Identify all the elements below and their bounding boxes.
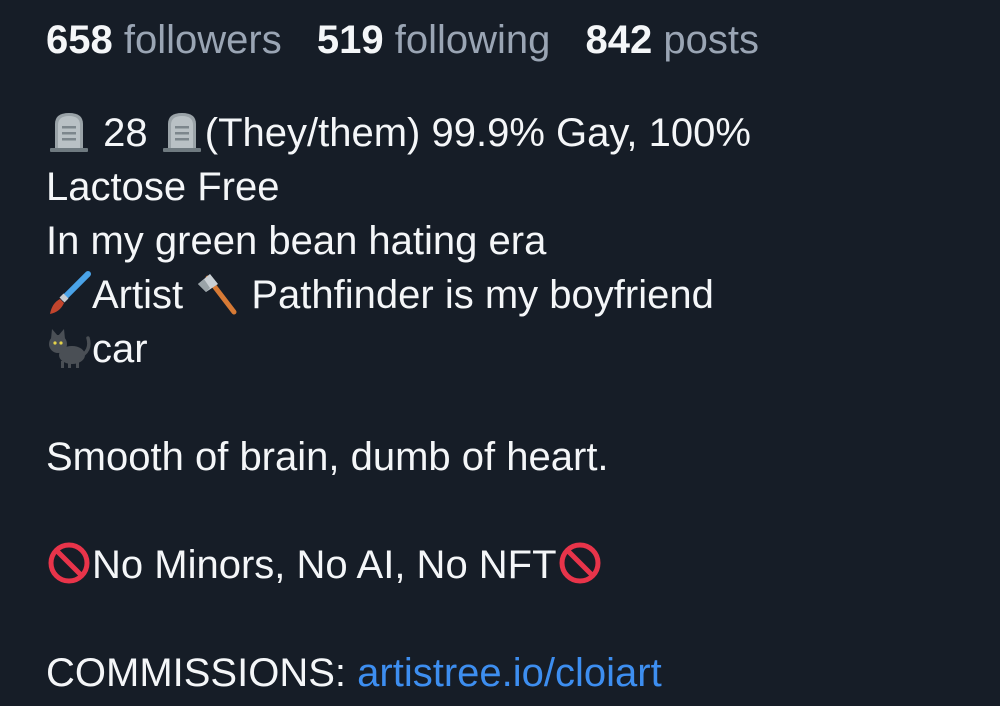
- followers-label: followers: [123, 18, 282, 62]
- pathfinder-text: Pathfinder is my boyfriend: [251, 273, 714, 317]
- bio-line-commissions: COMMISSIONS: artistree.io/cloiart: [46, 646, 966, 700]
- pronouns-text: (They/them) 99.9% Gay, 100%: [204, 111, 751, 155]
- black-cat-icon: [49, 329, 91, 368]
- followers-stat[interactable]: 658 followers: [46, 18, 282, 62]
- axe-icon: [198, 274, 237, 315]
- bio-line-2: Lactose Free: [46, 165, 280, 209]
- commissions-label: COMMISSIONS:: [46, 651, 347, 695]
- car-text: car: [92, 327, 148, 371]
- bio-line-6: Smooth of brain, dumb of heart.: [46, 435, 609, 479]
- followers-count: 658: [46, 18, 113, 62]
- bio-line-3: In my green bean hating era: [46, 219, 547, 263]
- posts-count: 842: [585, 18, 653, 62]
- bio-spacer: [46, 484, 966, 538]
- following-stat[interactable]: 519 following: [317, 18, 551, 62]
- bio-line-4: Artist Pathfinder is my boyfriend: [46, 268, 966, 322]
- commissions-link[interactable]: artistree.io/cloiart: [357, 651, 662, 695]
- artist-text: Artist: [92, 273, 184, 317]
- no-entry-sign-icon: [559, 542, 601, 584]
- no-minors-text: No Minors, No AI, No NFT: [92, 543, 557, 587]
- bio-spacer: [46, 592, 966, 646]
- following-count: 519: [316, 18, 384, 62]
- paintbrush-icon: [50, 271, 91, 314]
- following-label: following: [394, 18, 551, 62]
- headstone-icon: [50, 113, 88, 152]
- bio-line-5: car: [46, 322, 966, 376]
- no-entry-sign-icon: [48, 542, 90, 584]
- bio-line-7: No Minors, No AI, No NFT: [46, 538, 966, 592]
- profile-stats: 658 followers 519 following 842 posts: [46, 16, 783, 64]
- age-text: 28: [103, 111, 148, 155]
- headstone-icon: [162, 113, 201, 152]
- posts-label: posts: [663, 18, 759, 62]
- profile-bio: 28 (They/them) 99.9% Gay, 100% Lactose F…: [46, 106, 966, 700]
- bio-line-1: 28 (They/them) 99.9% Gay, 100%: [46, 106, 966, 160]
- posts-stat[interactable]: 842 posts: [586, 18, 759, 62]
- bio-spacer: [46, 376, 966, 430]
